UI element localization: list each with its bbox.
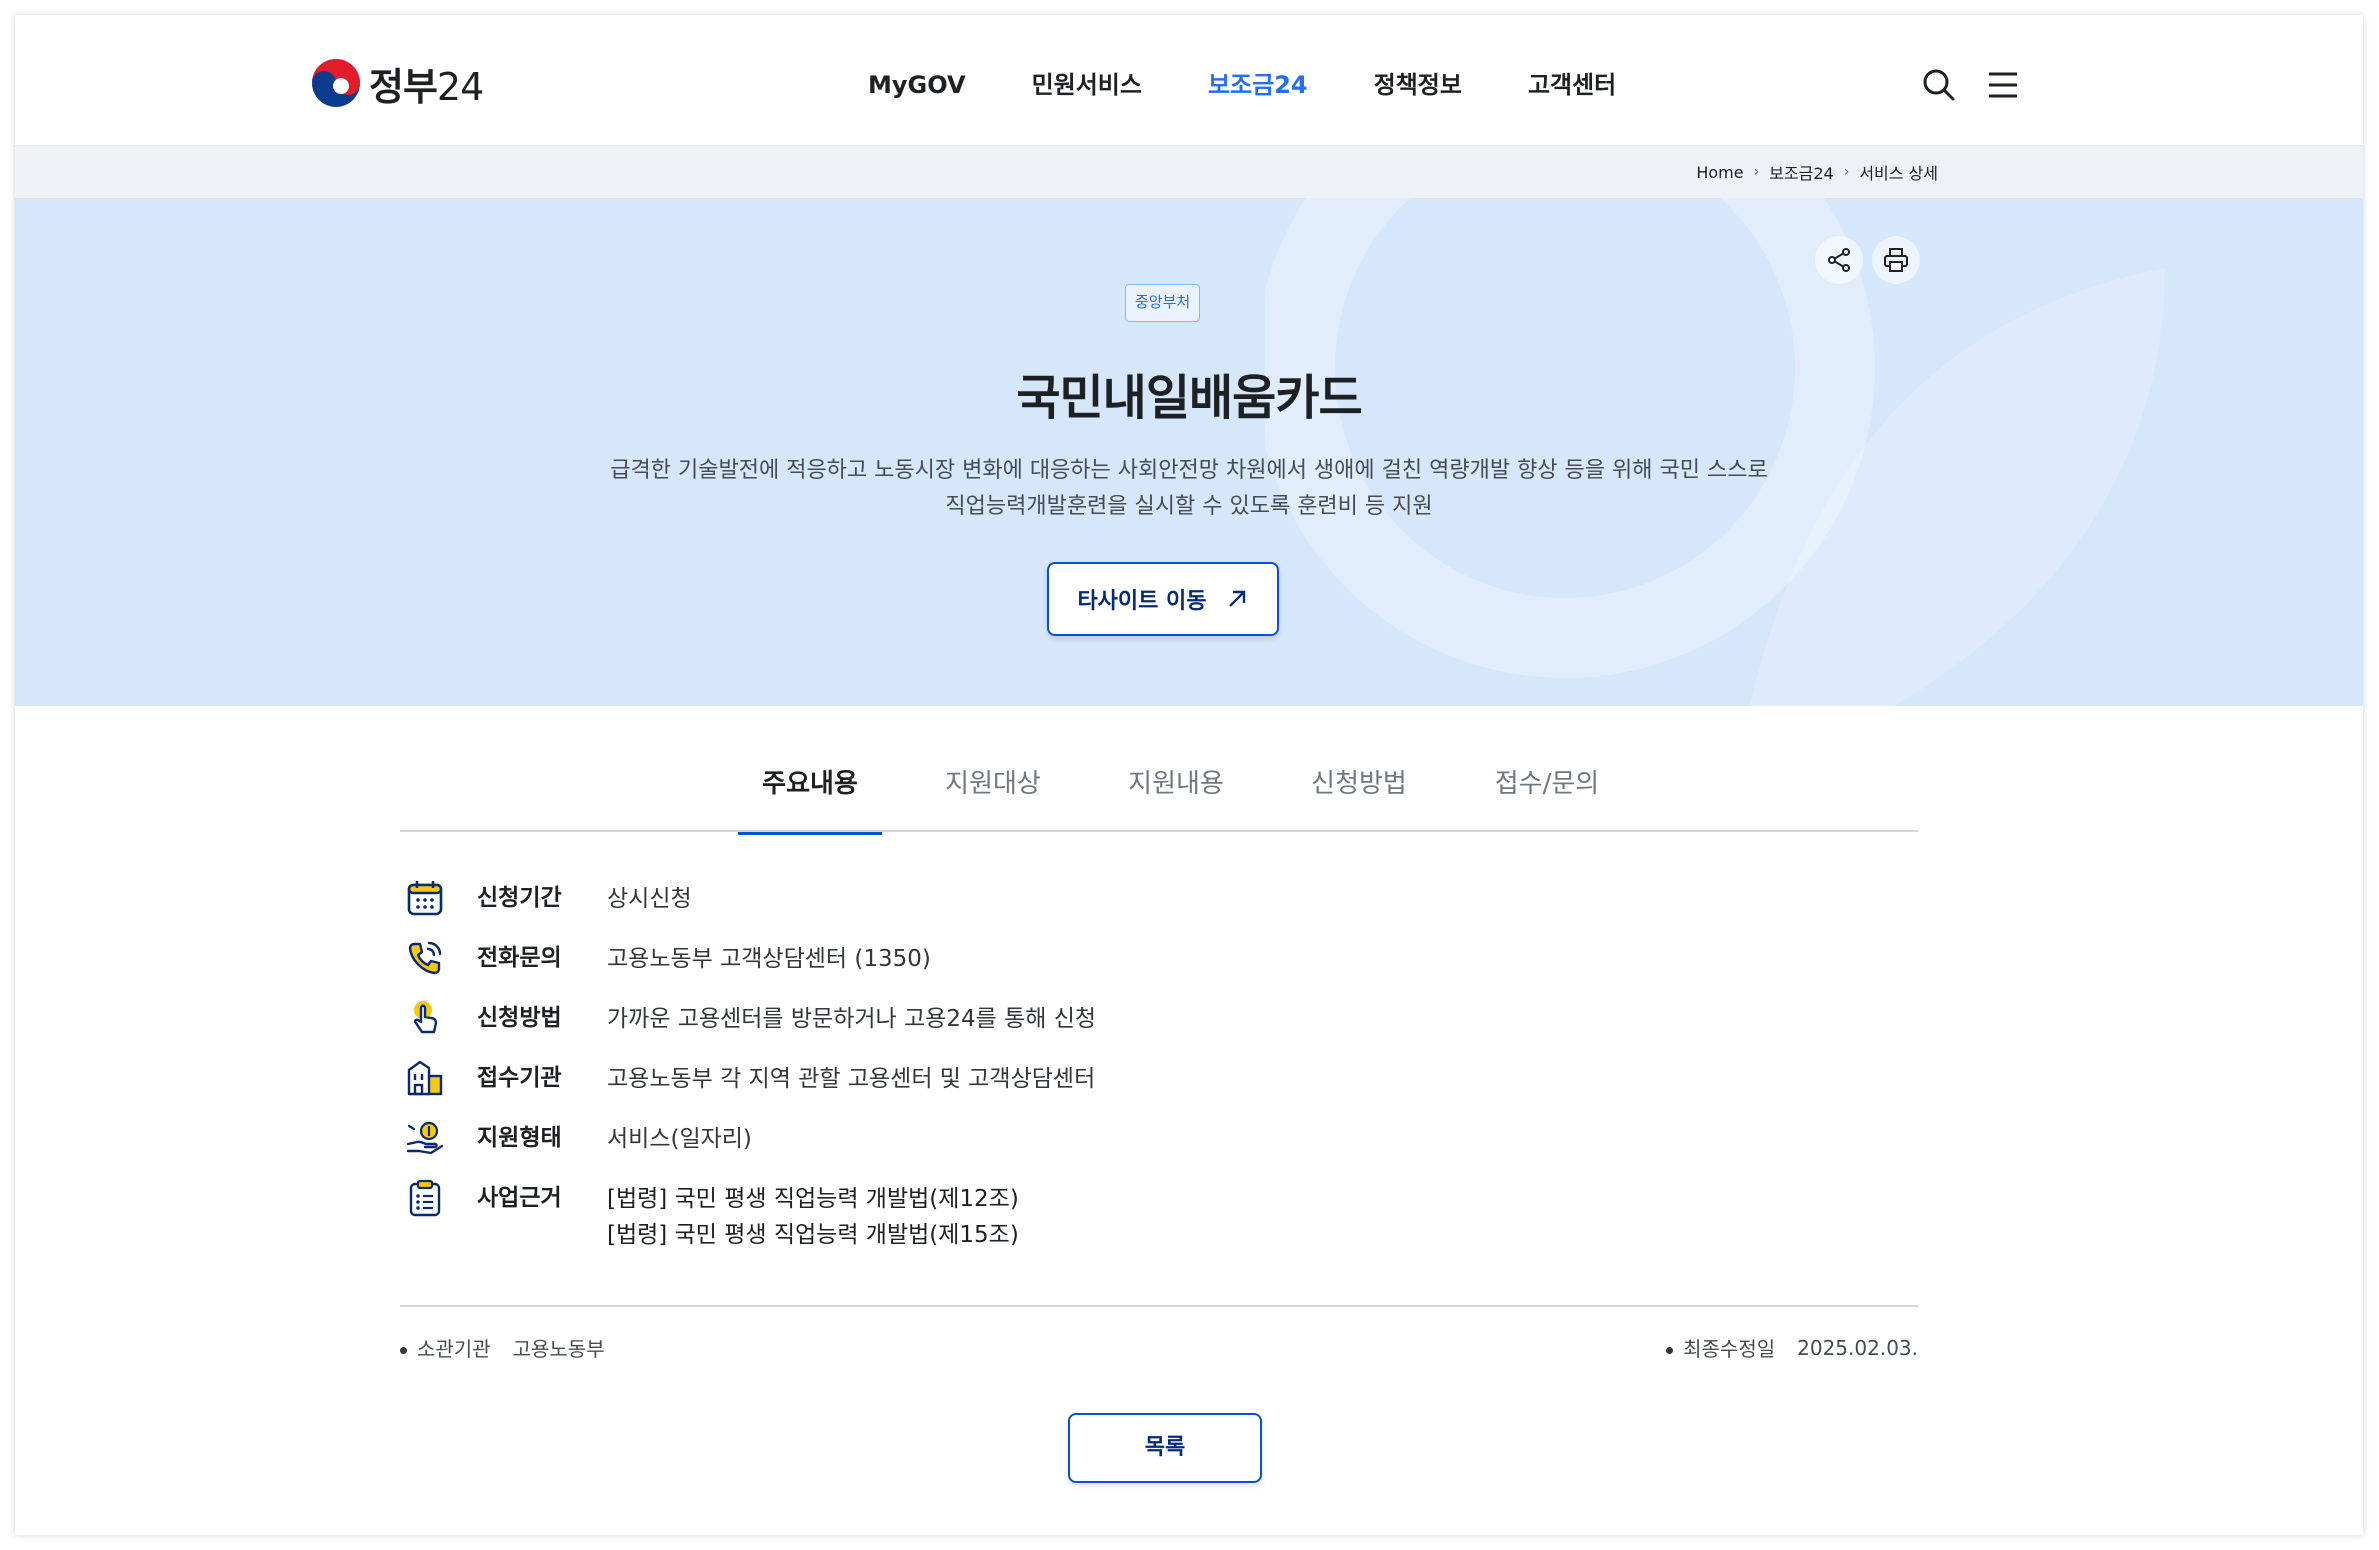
- info-label: 신청방법: [477, 1005, 562, 1031]
- agency-type-badge: 중앙부처: [1125, 284, 1201, 322]
- clipboard-icon: [405, 1178, 445, 1218]
- nav-item-mygov[interactable]: MyGOV: [835, 63, 999, 107]
- share-button[interactable]: [1815, 236, 1863, 284]
- legal-basis-line: [법령] 국민 평생 직업능력 개발법(제15조): [607, 1222, 1019, 1248]
- updated-value: 2025.02.03.: [1797, 1335, 1918, 1360]
- info-label: 사업근거: [477, 1185, 562, 1211]
- calendar-icon: [405, 878, 445, 918]
- taegeuk-logo-icon: [312, 59, 360, 107]
- info-value: [법령] 국민 평생 직업능력 개발법(제12조) [법령] 국민 평생 직업능…: [607, 1181, 1019, 1253]
- info-row-phone-inquiry: 전화문의 고용노동부 고객상담센터 (1350): [405, 938, 931, 978]
- service-title: 국민내일배움카드: [1016, 370, 1362, 426]
- info-value: 고용노동부 각 지역 관할 고용센터 및 고객상담센터: [607, 1066, 1096, 1092]
- breadcrumb-home[interactable]: Home: [1696, 163, 1743, 182]
- breadcrumb-subsidy24[interactable]: 보조금24: [1769, 160, 1834, 184]
- tab-support-content[interactable]: 지원내용: [1121, 764, 1231, 832]
- legal-basis-line: [법령] 국민 평생 직업능력 개발법(제12조): [607, 1186, 1019, 1212]
- logo-text: 정부24: [369, 64, 484, 109]
- info-value: 상시신청: [607, 886, 692, 912]
- nav-item-subsidy24[interactable]: 보조금24: [1175, 63, 1341, 107]
- info-row-legal-basis: 사업근거 [법령] 국민 평생 직업능력 개발법(제12조) [법령] 국민 평…: [405, 1178, 1019, 1248]
- menu-button[interactable]: [1983, 65, 2023, 105]
- site-header: 정부24 MyGOV 민원서비스 보조금24 정책정보 고객센터: [15, 15, 2363, 146]
- leaf-decoration: [1265, 198, 2165, 706]
- agency-info: 소관기관 고용노동부: [400, 1333, 605, 1362]
- info-label: 신청기간: [477, 885, 562, 911]
- info-label: 전화문의: [477, 945, 562, 971]
- chevron-right-icon: ›: [1843, 164, 1850, 180]
- last-updated-info: 최종수정일 2025.02.03.: [1666, 1333, 1918, 1362]
- info-row-reception-agency: 접수기관 고용노동부 각 지역 관할 고용센터 및 고객상담센터: [405, 1058, 1095, 1098]
- updated-label: 최종수정일: [1666, 1333, 1775, 1362]
- arrow-up-right-icon: [1228, 590, 1245, 607]
- hamburger-menu-icon: [1989, 72, 2017, 98]
- service-hero: 중앙부처 국민내일배움카드 급격한 기술발전에 적응하고 노동시장 변화에 대응…: [15, 198, 2363, 706]
- bullet-icon: [400, 1347, 407, 1354]
- info-label: 지원형태: [477, 1125, 562, 1151]
- tab-main-content[interactable]: 주요내용: [738, 764, 882, 835]
- info-label: 접수기관: [477, 1065, 562, 1091]
- tab-reception-inquiry[interactable]: 접수/문의: [1487, 764, 1607, 832]
- description-line: 급격한 기술발전에 적응하고 노동시장 변화에 대응하는 사회안전망 차원에서 …: [610, 458, 1768, 483]
- description-line: 직업능력개발훈련을 실시할 수 있도록 훈련비 등 지원: [945, 494, 1433, 519]
- share-icon: [1828, 248, 1850, 272]
- tab-support-target[interactable]: 지원대상: [938, 764, 1048, 832]
- external-site-button[interactable]: 타사이트 이동: [1047, 562, 1279, 636]
- agency-label: 소관기관: [400, 1333, 491, 1362]
- printer-icon: [1884, 248, 1908, 272]
- print-button[interactable]: [1872, 236, 1920, 284]
- list-button[interactable]: 목록: [1068, 1413, 1262, 1483]
- nav-item-customer-center[interactable]: 고객센터: [1495, 63, 1649, 107]
- nav-item-civil-service[interactable]: 민원서비스: [999, 63, 1175, 107]
- info-row-application-period: 신청기간 상시신청: [405, 878, 692, 918]
- external-site-label: 타사이트 이동: [1077, 589, 1207, 614]
- info-value: 고용노동부 고객상담센터 (1350): [607, 946, 931, 972]
- content-tabs: 주요내용 지원대상 지원내용 신청방법 접수/문의: [400, 706, 1918, 835]
- divider: [400, 1305, 1918, 1307]
- nav-item-policy-info[interactable]: 정책정보: [1341, 63, 1495, 107]
- service-description: 급격한 기술발전에 적응하고 노동시장 변화에 대응하는 사회안전망 차원에서 …: [489, 453, 1889, 525]
- site-logo[interactable]: 정부24: [311, 57, 484, 109]
- breadcrumb: Home › 보조금24 › 서비스 상세: [1696, 146, 1938, 198]
- main-nav: MyGOV 민원서비스 보조금24 정책정보 고객센터: [835, 63, 1649, 107]
- info-value: 서비스(일자리): [607, 1126, 752, 1152]
- tab-application-method[interactable]: 신청방법: [1304, 764, 1414, 832]
- info-row-support-type: 지원형태 서비스(일자리): [405, 1118, 752, 1158]
- phone-icon: [405, 938, 445, 978]
- info-value: 가까운 고용센터를 방문하거나 고용24를 통해 신청: [607, 1006, 1097, 1032]
- building-icon: [405, 1058, 445, 1098]
- search-button[interactable]: [1919, 65, 1959, 105]
- agency-value: 고용노동부: [512, 1337, 605, 1361]
- chevron-right-icon: ›: [1753, 164, 1760, 180]
- info-row-application-method: 신청방법 가까운 고용센터를 방문하거나 고용24를 통해 신청: [405, 998, 1096, 1038]
- support-hand-icon: [405, 1118, 445, 1158]
- bullet-icon: [1666, 1347, 1674, 1354]
- page-frame: 정부24 MyGOV 민원서비스 보조금24 정책정보 고객센터 Home › …: [15, 15, 2363, 1535]
- hand-pointer-icon: [405, 998, 445, 1038]
- breadcrumb-current: 서비스 상세: [1859, 164, 1938, 183]
- breadcrumb-bar: Home › 보조금24 › 서비스 상세: [15, 146, 2363, 198]
- search-icon: [1923, 69, 1955, 101]
